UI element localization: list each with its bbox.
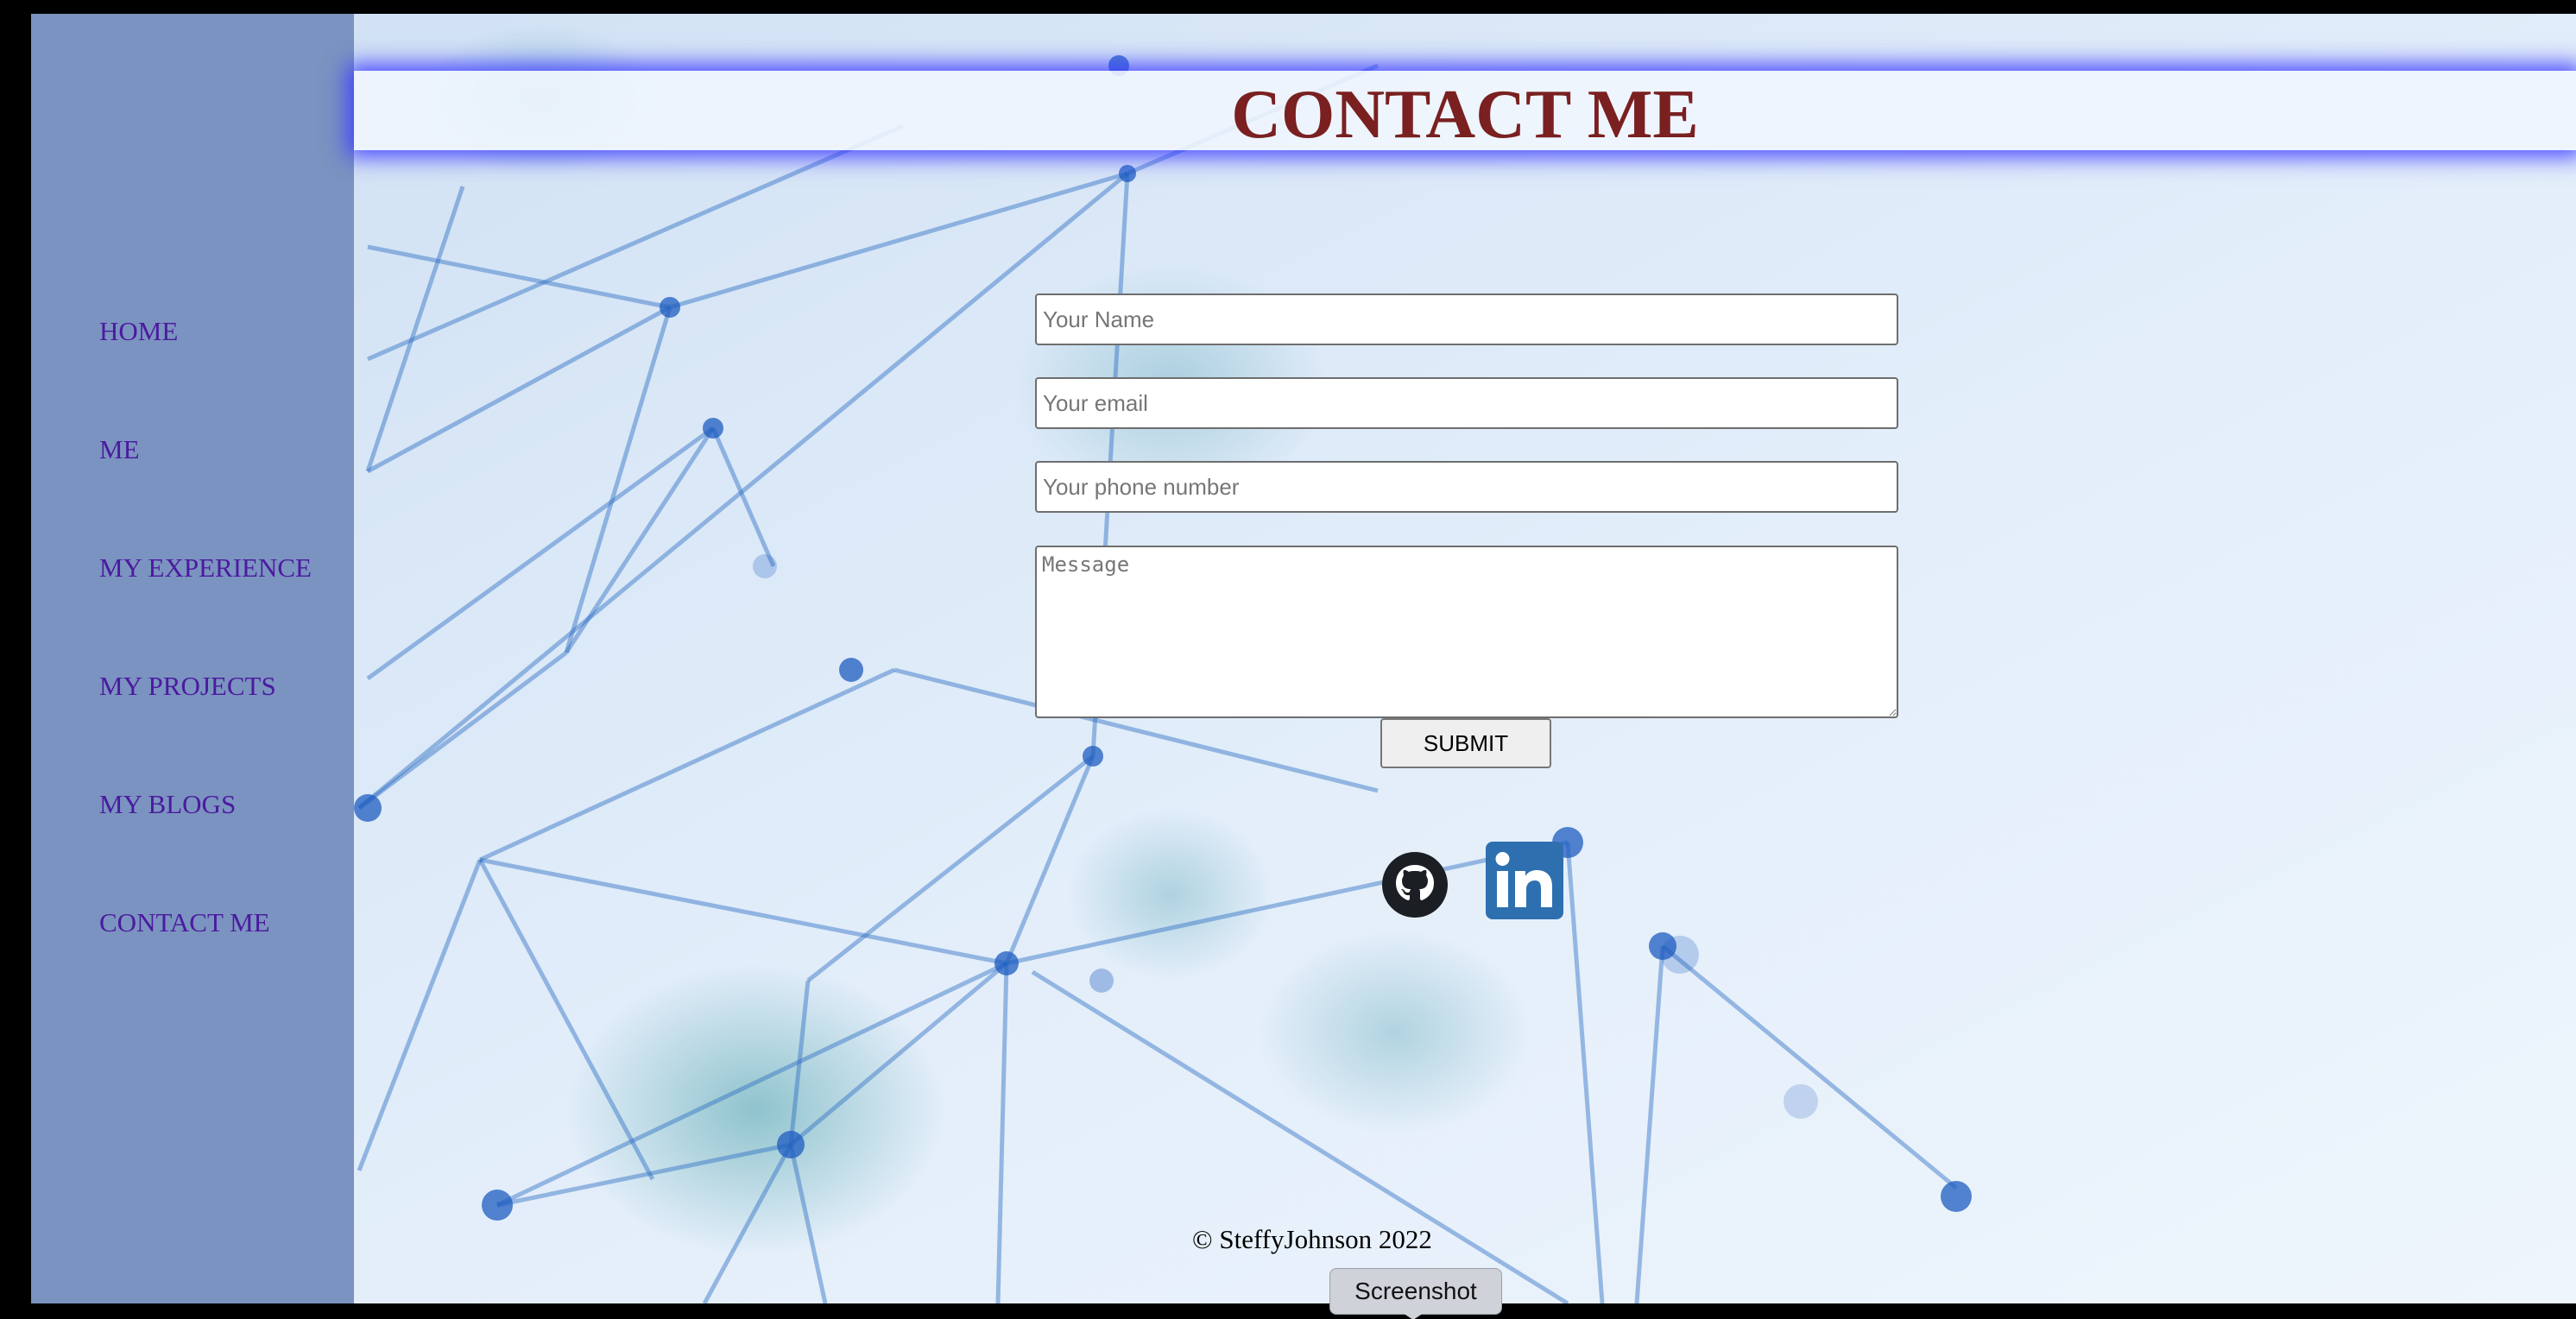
nav-link-my-experience[interactable]: MY EXPERIENCE bbox=[99, 552, 312, 584]
phone-field[interactable] bbox=[1035, 461, 1898, 513]
github-link[interactable] bbox=[1381, 851, 1449, 918]
linkedin-icon bbox=[1486, 842, 1563, 919]
page-header: CONTACT ME bbox=[354, 71, 2576, 150]
email-field[interactable] bbox=[1035, 377, 1898, 429]
message-field[interactable] bbox=[1035, 546, 1898, 718]
linkedin-link[interactable] bbox=[1486, 842, 1563, 919]
submit-button[interactable]: SUBMIT bbox=[1380, 718, 1551, 768]
github-icon bbox=[1382, 852, 1448, 918]
nav-link-me[interactable]: ME bbox=[99, 434, 140, 465]
sidebar: HOME ME MY EXPERIENCE MY PROJECTS MY BLO… bbox=[31, 14, 354, 1303]
nav-link-my-blogs[interactable]: MY BLOGS bbox=[99, 789, 236, 820]
page: HOME ME MY EXPERIENCE MY PROJECTS MY BLO… bbox=[31, 14, 2576, 1303]
footer-copyright: © SteffyJohnson 2022 bbox=[1192, 1224, 1432, 1254]
page-title: CONTACT ME bbox=[1231, 77, 1699, 153]
nav-link-contact-me[interactable]: CONTACT ME bbox=[99, 907, 270, 938]
screenshot-tooltip: Screenshot bbox=[1329, 1268, 1502, 1315]
nav-link-home[interactable]: HOME bbox=[99, 316, 178, 347]
name-field[interactable] bbox=[1035, 293, 1898, 345]
tooltip-arrow bbox=[1403, 1313, 1424, 1319]
nav-link-my-projects[interactable]: MY PROJECTS bbox=[99, 671, 276, 702]
